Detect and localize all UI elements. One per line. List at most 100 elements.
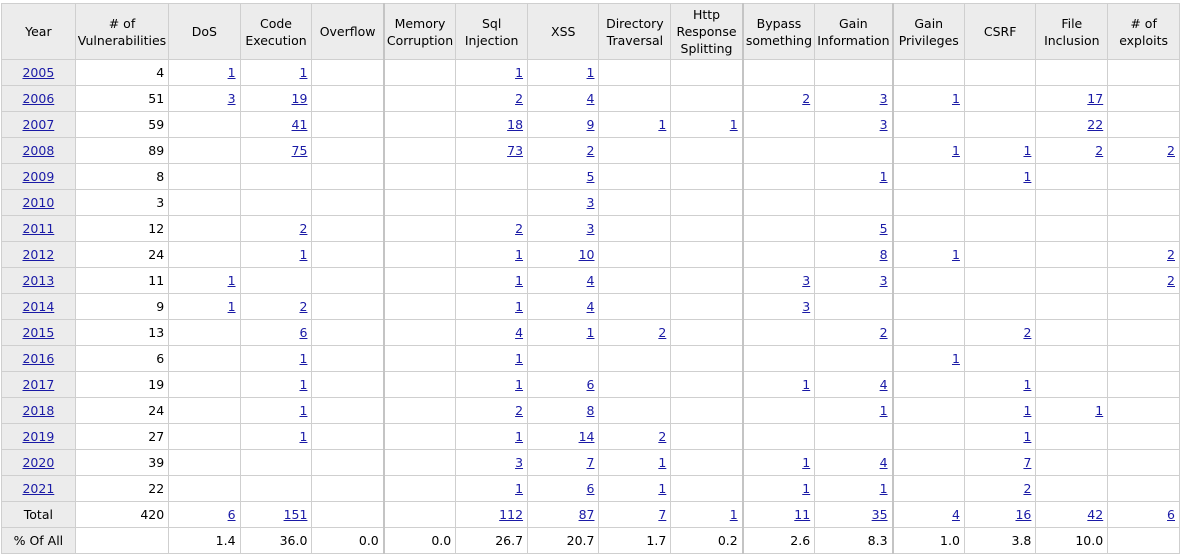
count-link[interactable]: 1: [1095, 403, 1103, 418]
year-link[interactable]: 2013: [22, 273, 54, 288]
count-link[interactable]: 11: [794, 507, 810, 522]
count-link[interactable]: 2: [587, 143, 595, 158]
count-link[interactable]: 14: [579, 429, 595, 444]
year-link[interactable]: 2009: [22, 169, 54, 184]
count-link[interactable]: 1: [658, 117, 666, 132]
count-link[interactable]: 2: [299, 221, 307, 236]
count-link[interactable]: 1: [1023, 429, 1031, 444]
count-link[interactable]: 2: [802, 91, 810, 106]
count-link[interactable]: 1: [228, 299, 236, 314]
year-link[interactable]: 2019: [22, 429, 54, 444]
count-link[interactable]: 7: [1023, 455, 1031, 470]
count-link[interactable]: 4: [880, 377, 888, 392]
count-link[interactable]: 1: [1023, 377, 1031, 392]
count-link[interactable]: 1: [515, 65, 523, 80]
count-link[interactable]: 3: [880, 273, 888, 288]
count-link[interactable]: 1: [299, 429, 307, 444]
year-link[interactable]: 2015: [22, 325, 54, 340]
count-link[interactable]: 2: [1023, 325, 1031, 340]
year-link[interactable]: 2020: [22, 455, 54, 470]
count-link[interactable]: 8: [880, 247, 888, 262]
year-link[interactable]: 2017: [22, 377, 54, 392]
count-link[interactable]: 1: [299, 377, 307, 392]
count-link[interactable]: 3: [802, 273, 810, 288]
count-link[interactable]: 41: [292, 117, 308, 132]
count-link[interactable]: 2: [1095, 143, 1103, 158]
count-link[interactable]: 9: [587, 117, 595, 132]
count-link[interactable]: 2: [658, 429, 666, 444]
count-link[interactable]: 1: [1023, 403, 1031, 418]
count-link[interactable]: 6: [228, 507, 236, 522]
count-link[interactable]: 112: [499, 507, 523, 522]
count-link[interactable]: 1: [228, 273, 236, 288]
count-link[interactable]: 35: [872, 507, 888, 522]
count-link[interactable]: 7: [587, 455, 595, 470]
count-link[interactable]: 1: [730, 117, 738, 132]
year-link[interactable]: 2014: [22, 299, 54, 314]
count-link[interactable]: 4: [587, 299, 595, 314]
year-link[interactable]: 2005: [22, 65, 54, 80]
count-link[interactable]: 1: [880, 169, 888, 184]
count-link[interactable]: 2: [880, 325, 888, 340]
year-link[interactable]: 2007: [22, 117, 54, 132]
count-link[interactable]: 4: [515, 325, 523, 340]
count-link[interactable]: 10: [579, 247, 595, 262]
count-link[interactable]: 1: [1023, 169, 1031, 184]
count-link[interactable]: 6: [587, 377, 595, 392]
count-link[interactable]: 2: [1023, 481, 1031, 496]
count-link[interactable]: 2: [299, 299, 307, 314]
count-link[interactable]: 2: [515, 221, 523, 236]
count-link[interactable]: 3: [228, 91, 236, 106]
count-link[interactable]: 4: [587, 273, 595, 288]
count-link[interactable]: 17: [1087, 91, 1103, 106]
count-link[interactable]: 8: [587, 403, 595, 418]
count-link[interactable]: 1: [587, 65, 595, 80]
count-link[interactable]: 4: [587, 91, 595, 106]
count-link[interactable]: 1: [515, 247, 523, 262]
count-link[interactable]: 18: [507, 117, 523, 132]
count-link[interactable]: 4: [952, 507, 960, 522]
count-link[interactable]: 42: [1087, 507, 1103, 522]
count-link[interactable]: 151: [284, 507, 308, 522]
count-link[interactable]: 5: [880, 221, 888, 236]
count-link[interactable]: 6: [587, 481, 595, 496]
count-link[interactable]: 1: [658, 455, 666, 470]
count-link[interactable]: 2: [1167, 273, 1175, 288]
count-link[interactable]: 3: [802, 299, 810, 314]
count-link[interactable]: 2: [515, 91, 523, 106]
count-link[interactable]: 75: [292, 143, 308, 158]
count-link[interactable]: 1: [802, 481, 810, 496]
count-link[interactable]: 1: [952, 143, 960, 158]
year-link[interactable]: 2008: [22, 143, 54, 158]
count-link[interactable]: 6: [1167, 507, 1175, 522]
count-link[interactable]: 22: [1087, 117, 1103, 132]
year-link[interactable]: 2010: [22, 195, 54, 210]
count-link[interactable]: 2: [515, 403, 523, 418]
count-link[interactable]: 1: [515, 299, 523, 314]
count-link[interactable]: 1: [515, 351, 523, 366]
count-link[interactable]: 87: [579, 507, 595, 522]
count-link[interactable]: 3: [587, 195, 595, 210]
count-link[interactable]: 2: [658, 325, 666, 340]
count-link[interactable]: 1: [587, 325, 595, 340]
count-link[interactable]: 1: [299, 351, 307, 366]
year-link[interactable]: 2016: [22, 351, 54, 366]
count-link[interactable]: 1: [299, 65, 307, 80]
count-link[interactable]: 1: [802, 377, 810, 392]
year-link[interactable]: 2006: [22, 91, 54, 106]
count-link[interactable]: 3: [880, 117, 888, 132]
count-link[interactable]: 19: [292, 91, 308, 106]
count-link[interactable]: 1: [952, 351, 960, 366]
count-link[interactable]: 6: [299, 325, 307, 340]
count-link[interactable]: 3: [880, 91, 888, 106]
count-link[interactable]: 1: [730, 507, 738, 522]
count-link[interactable]: 16: [1015, 507, 1031, 522]
count-link[interactable]: 4: [880, 455, 888, 470]
count-link[interactable]: 1: [515, 481, 523, 496]
count-link[interactable]: 1: [952, 91, 960, 106]
year-link[interactable]: 2012: [22, 247, 54, 262]
count-link[interactable]: 1: [880, 481, 888, 496]
year-link[interactable]: 2011: [22, 221, 54, 236]
count-link[interactable]: 1: [515, 273, 523, 288]
count-link[interactable]: 1: [658, 481, 666, 496]
